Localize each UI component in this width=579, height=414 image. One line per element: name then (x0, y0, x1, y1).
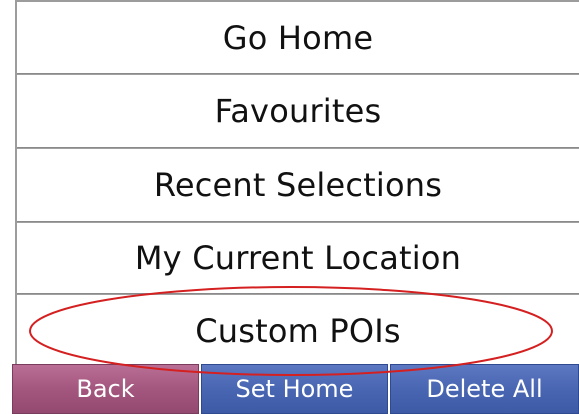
menu-item-go-home[interactable]: Go Home (17, 0, 579, 74)
menu-item-recent-selections[interactable]: Recent Selections (17, 148, 579, 222)
menu-item-label: Recent Selections (153, 166, 443, 204)
menu-item-my-current-location[interactable]: My Current Location (17, 222, 579, 294)
menu-item-label: Custom POIs (195, 311, 401, 350)
back-button[interactable]: Back (12, 364, 199, 414)
destination-menu: Go Home Favourites Recent Selections My … (15, 0, 579, 366)
menu-item-favourites[interactable]: Favourites (17, 74, 579, 148)
menu-item-label: Go Home (222, 18, 374, 57)
menu-item-custom-pois[interactable]: Custom POIs (17, 294, 579, 366)
delete-all-button[interactable]: Delete All (390, 364, 579, 414)
bottom-toolbar: Back Set Home Delete All (12, 364, 579, 414)
set-home-button[interactable]: Set Home (201, 364, 388, 414)
menu-item-label: My Current Location (134, 239, 462, 277)
menu-item-label: Favourites (214, 92, 382, 130)
